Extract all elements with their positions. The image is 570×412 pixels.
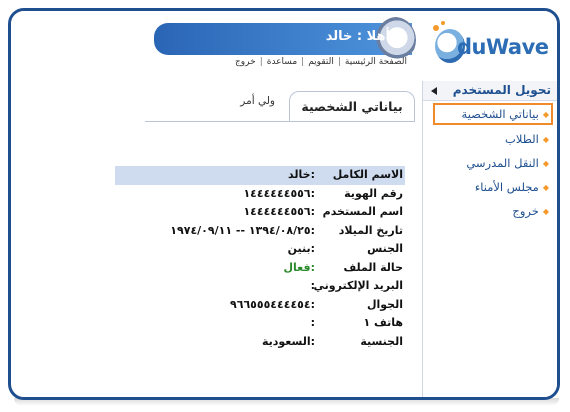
info-row-id-number: رقم الهوية :١٤٤٤٤٤٤٥٥٦ — [115, 185, 405, 204]
field-value: :بنين — [287, 242, 315, 255]
sidebar-item-board-of-trustees[interactable]: ◆مجلس الأمناء — [423, 175, 557, 199]
sidebar-item-label: خروج — [512, 204, 539, 218]
field-label: الاسم الكامل — [332, 168, 403, 181]
logo-dot — [433, 25, 439, 31]
tab-bar: بياناتي الشخصية ولي أمر — [145, 91, 415, 122]
top-links: الصفحة الرئيسية|التقويم|مساعدة|خروج — [235, 57, 407, 67]
profile-info-table: الاسم الكامل :خالد رقم الهوية :١٤٤٤٤٤٤٥٥… — [115, 166, 405, 351]
logo-text: duWave — [457, 35, 549, 59]
tab-guardian[interactable]: ولي أمر — [240, 95, 275, 107]
field-value: : — [310, 316, 315, 329]
tab-divider — [145, 121, 415, 122]
field-value: : — [310, 279, 315, 292]
sidebar-item-school-transport[interactable]: ◆النقل المدرسي — [423, 151, 557, 175]
bullet-icon: ◆ — [542, 158, 549, 168]
sidebar-item-my-profile[interactable]: ◆بياناتي الشخصية — [433, 103, 553, 125]
collapse-arrow-icon[interactable] — [431, 87, 437, 95]
status-badge: :فعال — [283, 260, 316, 274]
sidebar-item-logout[interactable]: ◆خروج — [423, 199, 557, 223]
sidebar-item-label: مجلس الأمناء — [474, 180, 539, 194]
info-row-username: اسم المستخدم :١٤٤٤٤٤٤٥٥٦ — [115, 203, 405, 222]
field-label: هاتف ١ — [363, 316, 403, 329]
bullet-icon: ◆ — [542, 134, 549, 144]
eduwave-logo: duWave — [425, 21, 549, 69]
field-label: تاريخ الميلاد — [338, 223, 403, 237]
field-label: حالة الملف — [343, 260, 403, 274]
top-link-home[interactable]: الصفحة الرئيسية — [345, 57, 407, 67]
screenshot-frame: duWave أهلا : خالد الصفحة الرئيسية|التقو… — [8, 8, 560, 400]
info-row-birth-date: تاريخ الميلاد :١٣٩٤/٠٨/٢٥ -- ١٩٧٤/٠٩/١١ — [115, 222, 405, 241]
field-value: :١٣٩٤/٠٨/٢٥ -- ١٩٧٤/٠٩/١١ — [170, 223, 315, 237]
separator: | — [301, 57, 305, 67]
field-label: الجنسية — [360, 334, 403, 348]
sidebar-item-label: الطلاب — [505, 132, 539, 146]
sidebar-header[interactable]: تحويل المستخدم — [423, 81, 557, 101]
info-row-full-name: الاسم الكامل :خالد — [115, 166, 405, 185]
sidebar-title: تحويل المستخدم — [452, 83, 551, 97]
field-value: :١٤٤٤٤٤٤٥٥٦ — [243, 186, 315, 200]
field-label: اسم المستخدم — [322, 205, 403, 218]
tab-my-profile[interactable]: بياناتي الشخصية — [289, 91, 415, 122]
info-row-mobile: الجوال :٩٦٦٥٥٥٤٤٤٤٥٤ — [115, 296, 405, 315]
field-value: :السعودية — [261, 334, 315, 348]
field-value: :١٤٤٤٤٤٤٥٥٦ — [243, 205, 315, 218]
info-row-gender: الجنس :بنين — [115, 240, 405, 259]
sidebar: تحويل المستخدم ◆بياناتي الشخصية ◆الطلاب … — [422, 81, 557, 397]
bullet-icon: ◆ — [542, 109, 549, 119]
field-value: :خالد — [288, 168, 315, 181]
info-row-file-status: حالة الملف :فعال — [115, 259, 405, 278]
top-link-logout[interactable]: خروج — [235, 57, 256, 67]
greeting-text: أهلا : خالد — [325, 29, 390, 44]
separator: | — [259, 57, 263, 67]
info-row-phone-1: هاتف ١ : — [115, 314, 405, 333]
field-label: الجنس — [367, 242, 403, 255]
bullet-icon: ◆ — [542, 182, 549, 192]
top-link-calendar[interactable]: التقويم — [308, 57, 334, 67]
bullet-icon: ◆ — [542, 206, 549, 216]
sidebar-item-students[interactable]: ◆الطلاب — [423, 127, 557, 151]
info-row-nationality: الجنسية :السعودية — [115, 333, 405, 352]
field-label: رقم الهوية — [344, 186, 403, 200]
info-row-email: البريد الإلكتروني : — [115, 277, 405, 296]
field-value: :٩٦٦٥٥٥٤٤٤٤٥٤ — [230, 297, 315, 311]
top-link-help[interactable]: مساعدة — [267, 57, 297, 67]
greeting-banner: أهلا : خالد — [154, 17, 416, 63]
logo-dot — [441, 21, 445, 25]
sidebar-item-label: بياناتي الشخصية — [461, 107, 539, 121]
sidebar-item-label: النقل المدرسي — [466, 156, 539, 170]
separator: | — [337, 57, 341, 67]
field-label: الجوال — [366, 297, 403, 311]
field-label: البريد الإلكتروني — [313, 279, 403, 292]
header: duWave أهلا : خالد الصفحة الرئيسية|التقو… — [11, 11, 557, 81]
